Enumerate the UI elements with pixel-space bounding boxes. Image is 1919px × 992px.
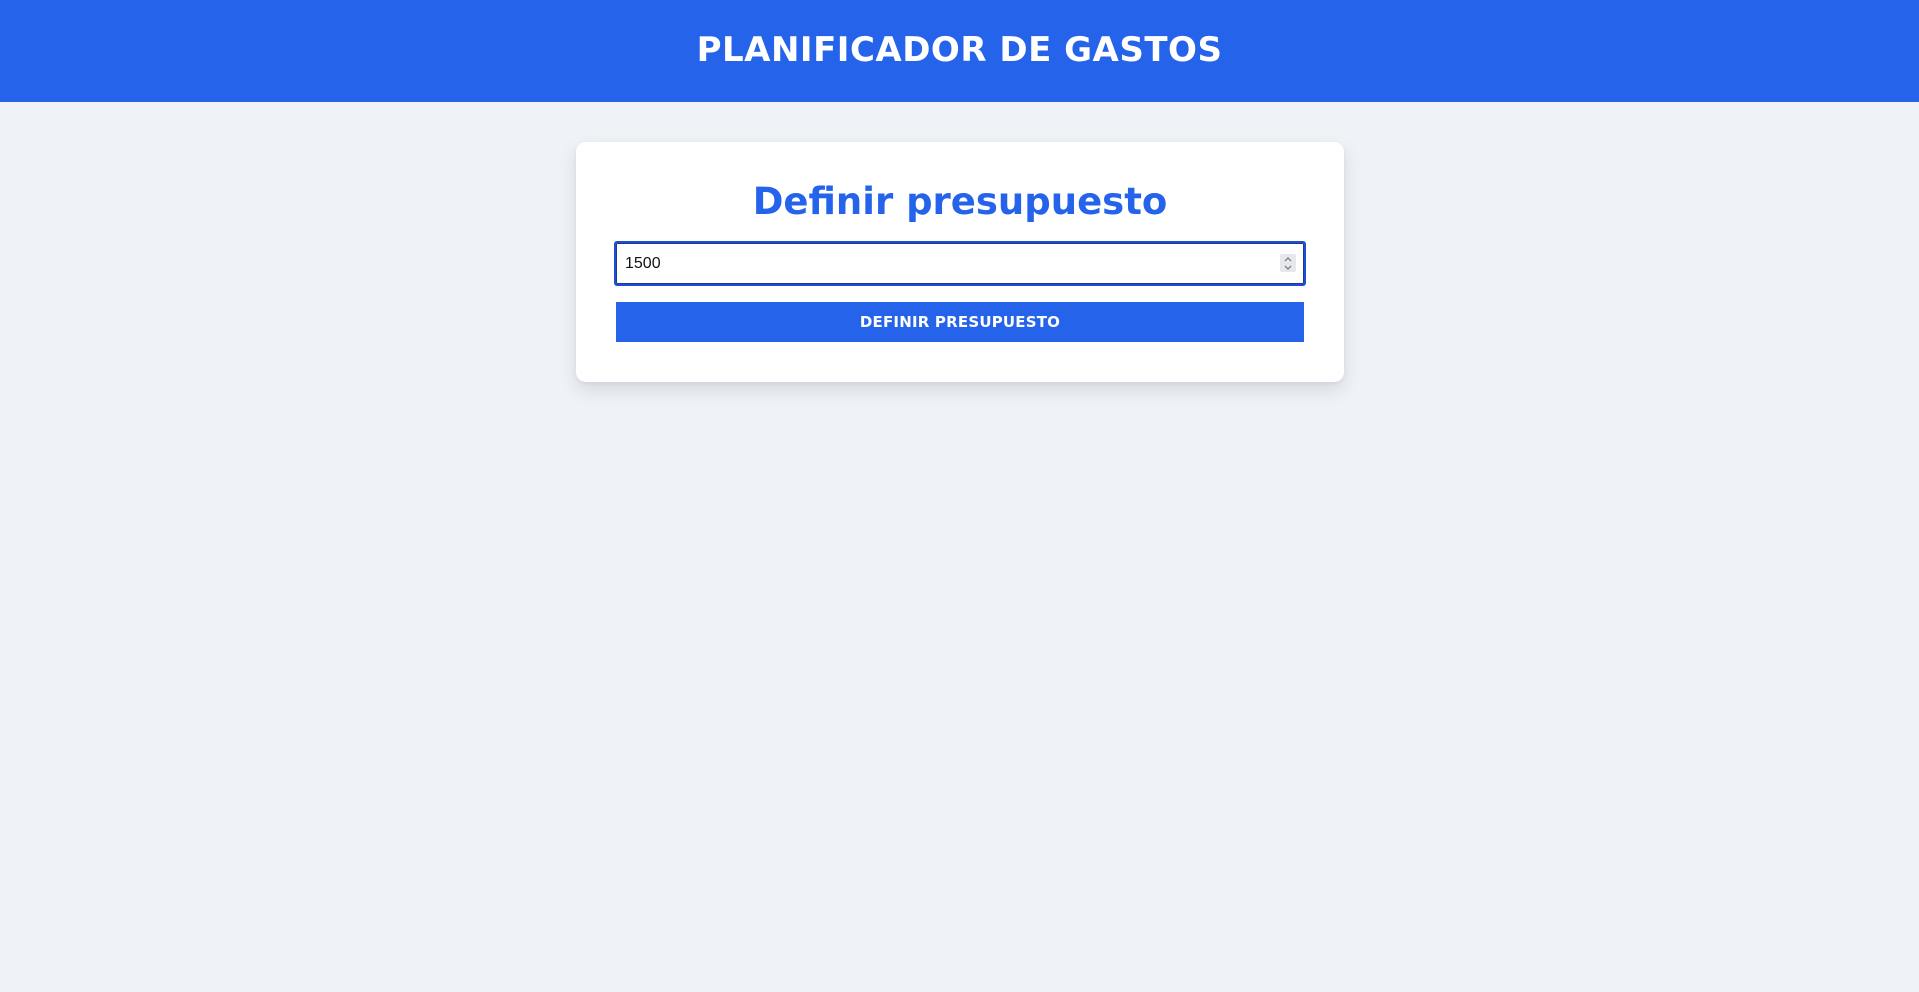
number-spinner[interactable]	[1280, 254, 1296, 272]
chevron-down-icon[interactable]	[1283, 264, 1293, 271]
budget-card: Definir presupuesto DEFINIR PRESUPUESTO	[576, 142, 1344, 382]
chevron-up-icon[interactable]	[1283, 256, 1293, 263]
budget-form-title: Definir presupuesto	[752, 180, 1168, 223]
app-title: PLANIFICADOR DE GASTOS	[696, 30, 1223, 70]
define-budget-button[interactable]: DEFINIR PRESUPUESTO	[616, 302, 1304, 342]
budget-input-container	[614, 241, 1306, 286]
budget-input[interactable]	[616, 243, 1276, 284]
app-header: PLANIFICADOR DE GASTOS	[0, 0, 1919, 102]
